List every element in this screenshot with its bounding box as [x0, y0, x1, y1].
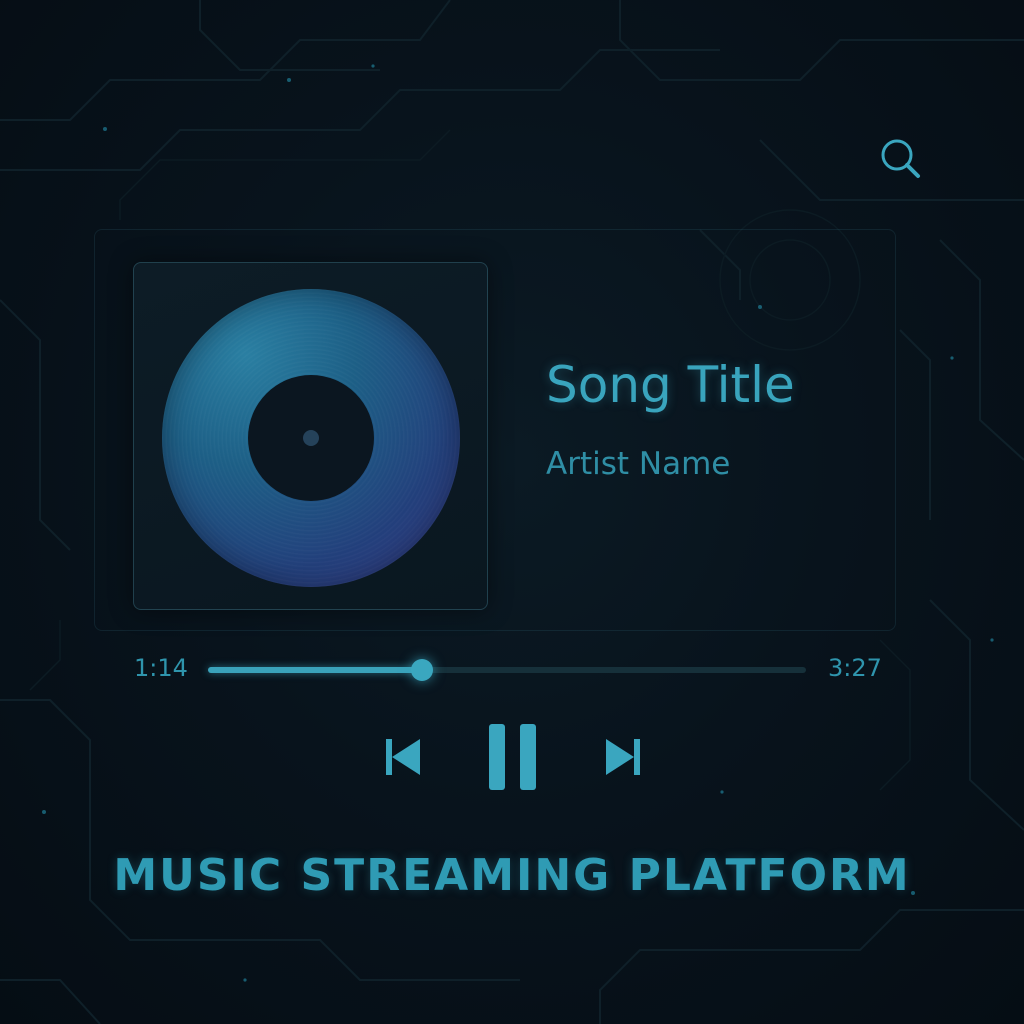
pause-icon — [489, 724, 536, 790]
progress-thumb[interactable] — [410, 659, 433, 681]
music-player-screen: Song Title Artist Name 1:14 3:27 MUSIC S… — [0, 0, 1024, 1024]
artist-name: Artist Name — [546, 446, 731, 482]
total-time: 3:27 — [828, 654, 882, 682]
pause-button[interactable] — [487, 724, 539, 790]
search-icon — [881, 139, 920, 178]
search-button[interactable] — [872, 130, 928, 186]
current-time: 1:14 — [134, 654, 188, 682]
song-title: Song Title — [546, 356, 795, 414]
album-art — [133, 262, 488, 610]
next-track-button[interactable] — [604, 737, 644, 777]
platform-title: MUSIC STREAMING PLATFORM — [113, 850, 911, 901]
record-spindle-hole — [303, 430, 319, 446]
progress-bar[interactable] — [208, 659, 806, 681]
previous-track-button[interactable] — [382, 737, 422, 777]
vinyl-record-icon — [162, 289, 460, 587]
skip-next-icon — [606, 739, 640, 775]
skip-previous-icon — [386, 739, 420, 775]
progress-fill — [208, 667, 422, 673]
